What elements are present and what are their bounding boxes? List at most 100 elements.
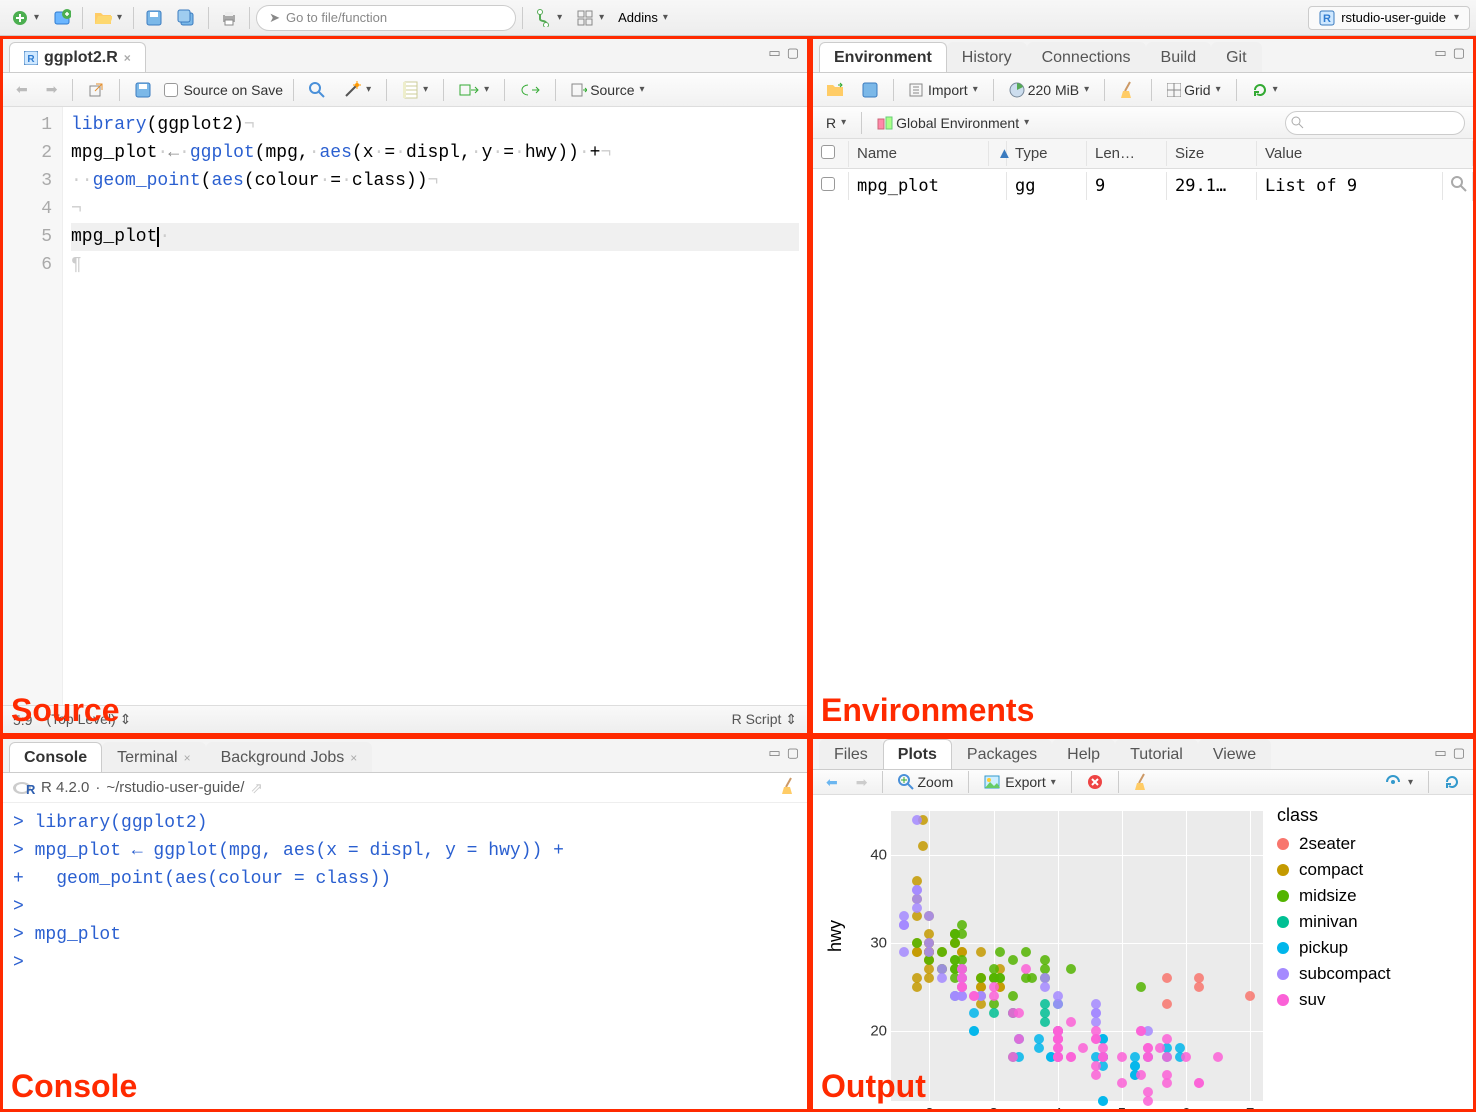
source-pane: R ggplot2.R × ▭ ▢ ⬅ ➡ Source on Save ▾ ▾… bbox=[0, 36, 810, 736]
close-icon[interactable]: × bbox=[124, 51, 131, 65]
console-tabstrip: Console Terminal × Background Jobs × ▭ ▢ bbox=[3, 739, 807, 773]
save-file-button[interactable] bbox=[130, 79, 156, 101]
save-all-button[interactable] bbox=[172, 6, 202, 30]
load-workspace-button[interactable] bbox=[821, 79, 849, 101]
close-icon[interactable]: × bbox=[184, 751, 191, 765]
output-tabstrip: Files Plots Packages Help Tutorial Viewe… bbox=[813, 739, 1473, 770]
maximize-icon[interactable]: ▢ bbox=[787, 745, 799, 761]
show-in-new-window-button[interactable] bbox=[83, 79, 109, 101]
goto-file-function-input[interactable]: ➤Go to file/function bbox=[256, 5, 516, 31]
source-toolbar: ⬅ ➡ Source on Save ▾ ▾ ▾ Source▾ bbox=[3, 73, 807, 107]
row-checkbox[interactable] bbox=[821, 177, 835, 191]
notebook-icon[interactable]: ▾ bbox=[397, 78, 433, 102]
save-workspace-button[interactable] bbox=[857, 79, 883, 101]
filetype-selector[interactable]: R Script ⇕ bbox=[732, 711, 797, 728]
inspect-icon[interactable] bbox=[1443, 172, 1473, 201]
search-icon[interactable] bbox=[304, 79, 330, 101]
project-selector[interactable]: R rstudio-user-guide▾ bbox=[1308, 6, 1470, 30]
maximize-icon[interactable]: ▢ bbox=[787, 45, 799, 61]
cursor-position: 5:9 bbox=[13, 712, 32, 728]
legend-title: class bbox=[1277, 805, 1391, 826]
maximize-icon[interactable]: ▢ bbox=[1453, 745, 1465, 761]
refresh-plot-button[interactable] bbox=[1439, 771, 1465, 793]
col-size[interactable]: Size bbox=[1167, 141, 1257, 166]
nav-back-button[interactable]: ⬅ bbox=[11, 78, 33, 101]
col-type[interactable]: Type bbox=[1007, 141, 1087, 166]
language-selector[interactable]: R▾ bbox=[821, 112, 851, 134]
tab-plots[interactable]: Plots bbox=[883, 739, 952, 769]
rerun-button[interactable] bbox=[515, 80, 545, 100]
tab-help[interactable]: Help bbox=[1052, 739, 1115, 769]
minimize-icon[interactable]: ▭ bbox=[768, 45, 780, 61]
source-button[interactable]: Source▾ bbox=[566, 79, 649, 101]
minimize-icon[interactable]: ▭ bbox=[1434, 745, 1446, 761]
import-button[interactable]: Import▾ bbox=[904, 79, 983, 101]
tab-connections[interactable]: Connections bbox=[1027, 42, 1146, 72]
export-button[interactable]: Export▾ bbox=[979, 771, 1061, 793]
code-editor[interactable]: 123456 library(ggplot2)¬mpg_plot·←·ggplo… bbox=[3, 107, 807, 705]
tab-terminal[interactable]: Terminal × bbox=[102, 742, 205, 772]
tab-viewer[interactable]: Viewe bbox=[1198, 739, 1271, 769]
tab-environment[interactable]: Environment bbox=[819, 42, 947, 72]
plots-toolbar: ⬅ ➡ Zoom Export▾ ▾ bbox=[813, 770, 1473, 795]
code-body[interactable]: library(ggplot2)¬mpg_plot·←·ggplot(mpg,·… bbox=[63, 107, 807, 705]
select-all-checkbox[interactable] bbox=[821, 145, 835, 159]
version-control-button[interactable]: ▾ bbox=[529, 6, 567, 30]
tab-git[interactable]: Git bbox=[1211, 42, 1261, 72]
env-row-mpgplot[interactable]: mpg_plot gg 9 29.1… List of 9 bbox=[813, 169, 1473, 203]
tab-packages[interactable]: Packages bbox=[952, 739, 1052, 769]
clear-plots-button[interactable] bbox=[1129, 770, 1155, 794]
source-tab-ggplot2[interactable]: R ggplot2.R × bbox=[9, 42, 146, 72]
publish-button[interactable]: ▾ bbox=[1380, 771, 1418, 793]
close-icon[interactable]: × bbox=[350, 751, 357, 765]
zoom-button[interactable]: Zoom bbox=[893, 771, 958, 793]
working-dir[interactable]: ~/rstudio-user-guide/ bbox=[106, 779, 244, 796]
env-search-input[interactable] bbox=[1285, 111, 1465, 135]
panes-button[interactable]: ▾ bbox=[571, 6, 609, 30]
print-button[interactable] bbox=[215, 6, 243, 30]
env-pane: Environment History Connections Build Gi… bbox=[810, 36, 1476, 736]
tab-console[interactable]: Console bbox=[9, 742, 102, 772]
refresh-icon[interactable]: ▾ bbox=[1247, 79, 1283, 101]
minimize-icon[interactable]: ▭ bbox=[768, 745, 780, 761]
scope-selector[interactable]: (Top Level) ⇕ bbox=[46, 711, 131, 728]
tab-files[interactable]: Files bbox=[819, 739, 883, 769]
tab-build[interactable]: Build bbox=[1146, 42, 1212, 72]
plot-prev-button[interactable]: ⬅ bbox=[821, 771, 843, 794]
col-value[interactable]: Value bbox=[1257, 141, 1473, 166]
new-project-button[interactable] bbox=[48, 6, 76, 30]
run-button[interactable]: ▾ bbox=[454, 80, 494, 100]
scope-selector[interactable]: Global Environment▾ bbox=[872, 112, 1034, 134]
tab-tutorial[interactable]: Tutorial bbox=[1115, 739, 1198, 769]
remove-plot-button[interactable] bbox=[1082, 771, 1108, 793]
sort-icon[interactable]: ▲ bbox=[989, 141, 1007, 166]
env-row-type: gg bbox=[1007, 172, 1087, 200]
wand-icon[interactable]: ▾ bbox=[338, 78, 376, 102]
memory-usage[interactable]: 220 MiB▾ bbox=[1004, 79, 1094, 101]
new-file-button[interactable]: ▾ bbox=[6, 6, 44, 30]
save-button[interactable] bbox=[140, 6, 168, 30]
addins-button[interactable]: Addins▾ bbox=[613, 7, 673, 28]
plot-next-button[interactable]: ➡ bbox=[851, 771, 873, 794]
env-scope-bar: R▾ Global Environment▾ bbox=[813, 107, 1473, 139]
console-header: R R 4.2.0 · ~/rstudio-user-guide/ ⇗ bbox=[3, 773, 807, 803]
tab-history[interactable]: History bbox=[947, 42, 1027, 72]
grid-view-button[interactable]: Grid▾ bbox=[1162, 79, 1225, 101]
popout-icon[interactable]: ⇗ bbox=[250, 779, 263, 797]
col-len[interactable]: Len… bbox=[1087, 141, 1167, 166]
broom-icon[interactable] bbox=[1115, 78, 1141, 102]
broom-icon[interactable] bbox=[781, 777, 797, 799]
r-version: R 4.2.0 bbox=[41, 779, 89, 796]
r-project-icon: R bbox=[1319, 10, 1335, 26]
legend-item: pickup bbox=[1277, 938, 1391, 958]
main-toolbar: ▾ ▾ ➤Go to file/function ▾ ▾ Addins▾ R r… bbox=[0, 0, 1476, 36]
nav-forward-button[interactable]: ➡ bbox=[41, 78, 63, 101]
maximize-icon[interactable]: ▢ bbox=[1453, 45, 1465, 61]
env-row-value: List of 9 bbox=[1257, 172, 1443, 200]
console-output[interactable]: > library(ggplot2) > mpg_plot ← ggplot(m… bbox=[3, 803, 807, 1109]
open-file-button[interactable]: ▾ bbox=[89, 7, 127, 29]
source-on-save-checkbox[interactable]: Source on Save bbox=[164, 82, 283, 98]
minimize-icon[interactable]: ▭ bbox=[1434, 45, 1446, 61]
tab-background-jobs[interactable]: Background Jobs × bbox=[206, 742, 373, 772]
col-name[interactable]: Name bbox=[849, 141, 989, 166]
